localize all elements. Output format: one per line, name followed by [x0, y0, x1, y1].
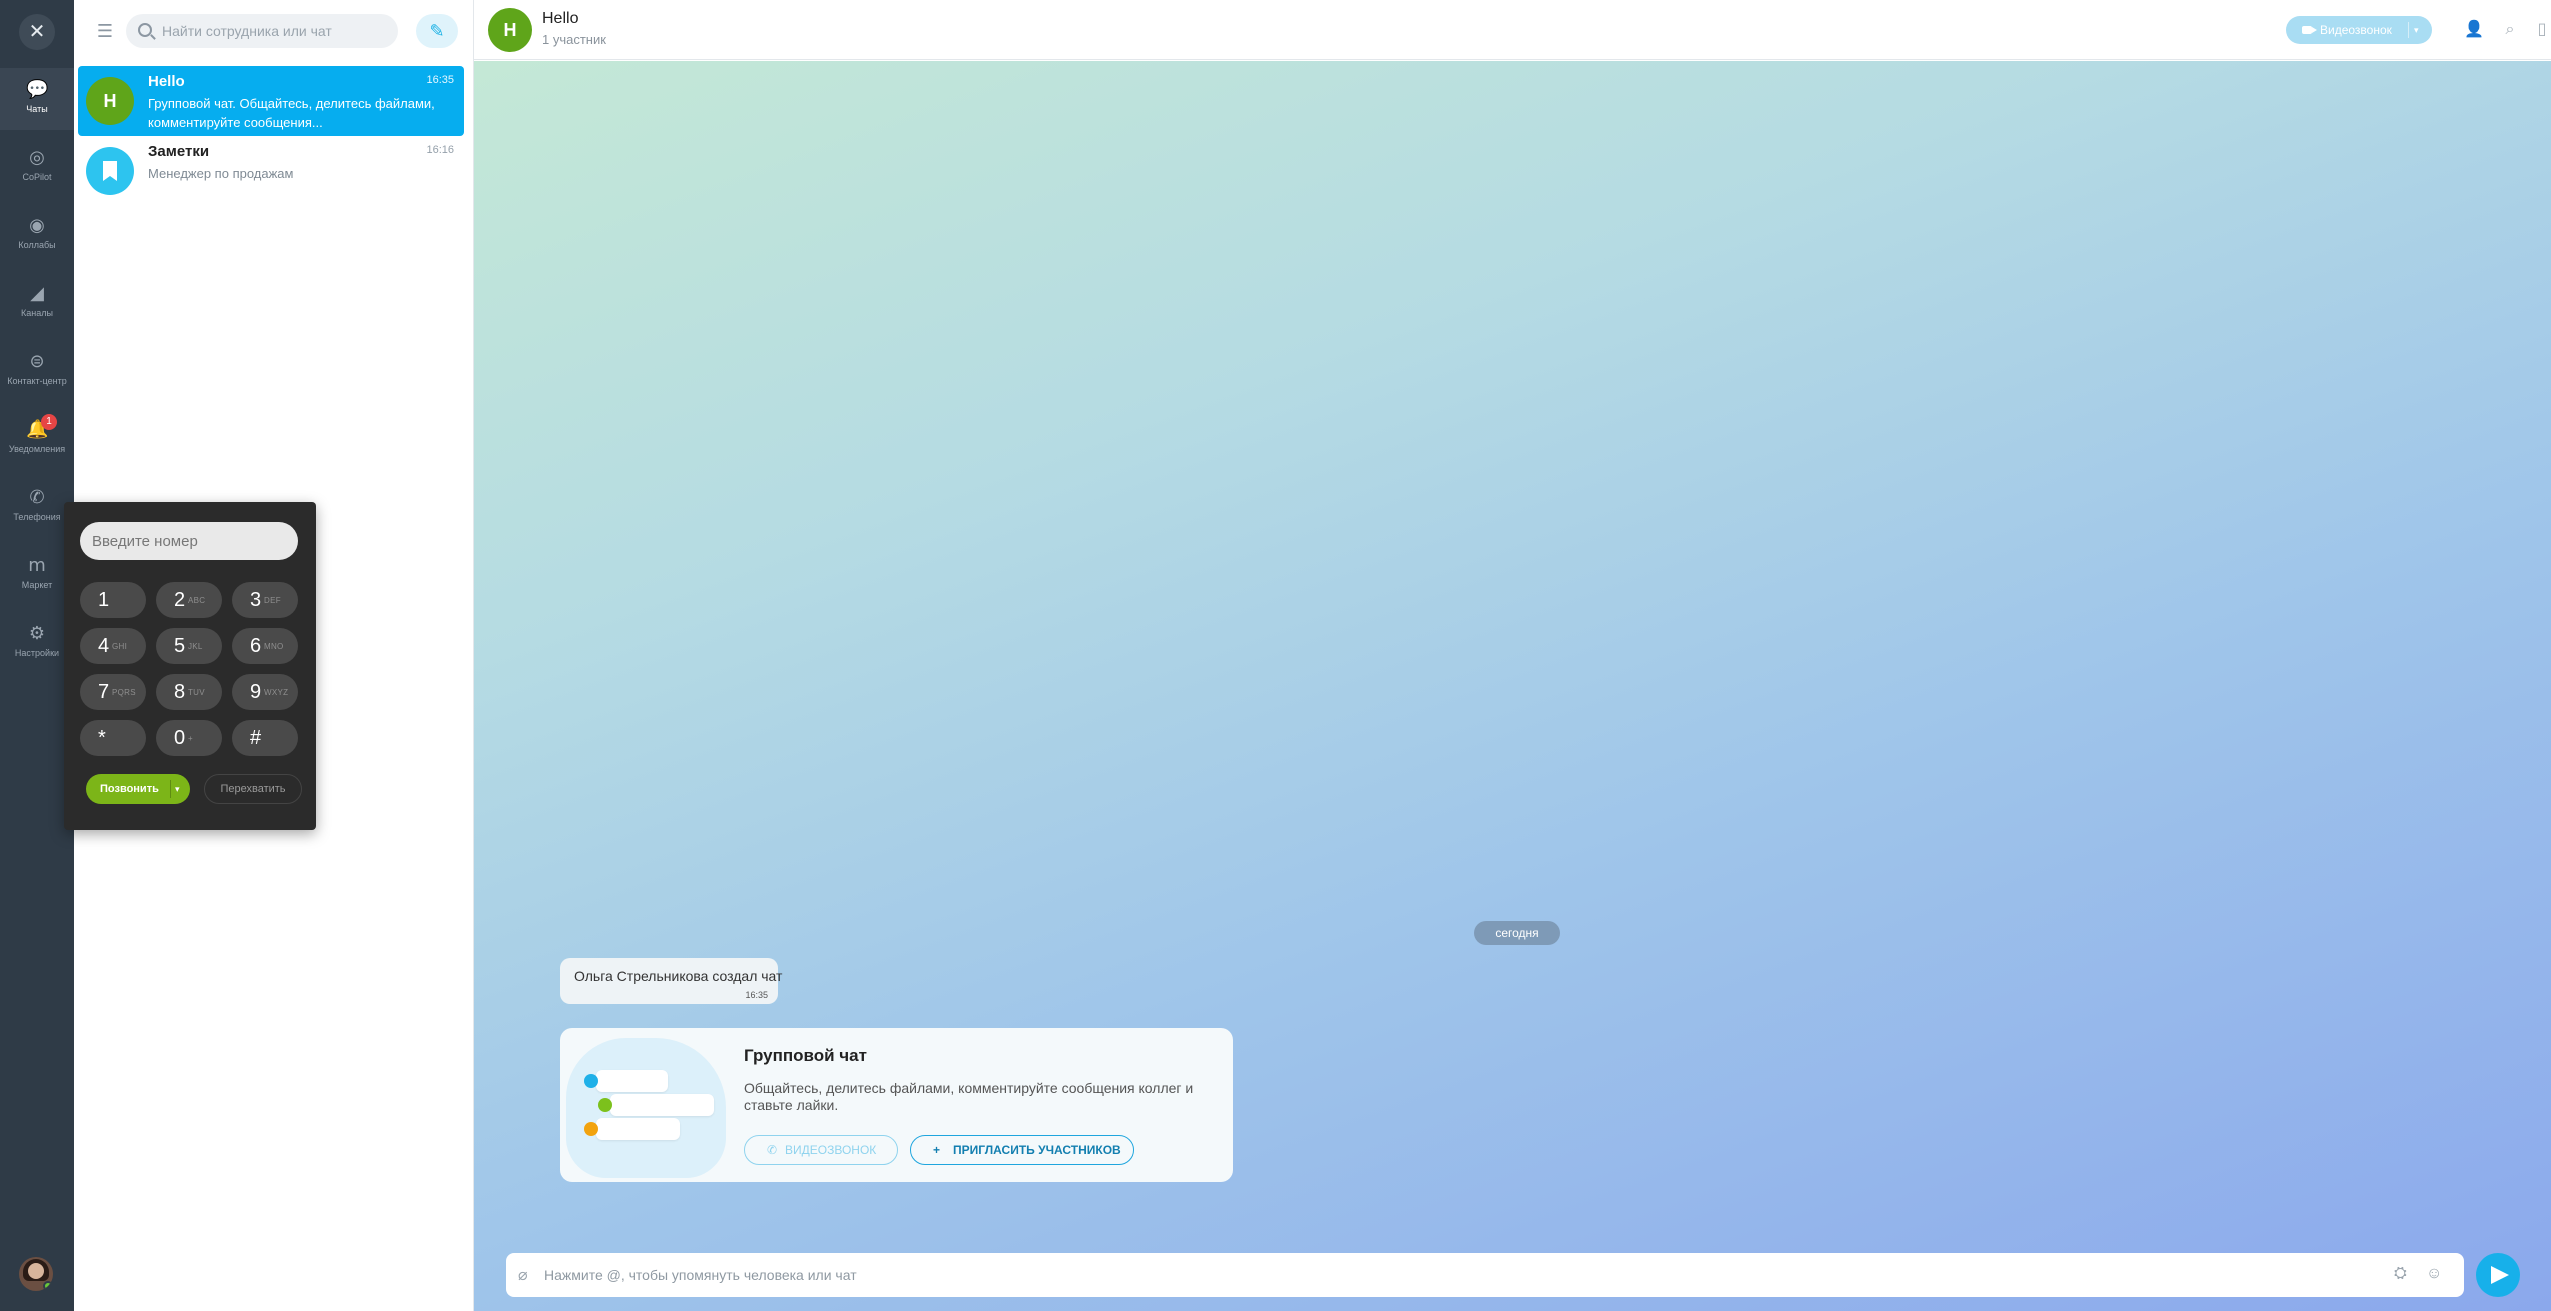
contact-center-icon: ⊜	[29, 351, 45, 371]
intro-title: Групповой чат	[744, 1046, 867, 1065]
chat-header-avatar[interactable]: H	[488, 8, 532, 52]
send-button[interactable]	[2476, 1253, 2520, 1297]
dialpad-key-8[interactable]: 8 TUV	[156, 674, 222, 710]
system-message-time: 16:35	[745, 990, 768, 1000]
add-user-icon[interactable]: 👤	[2462, 18, 2486, 42]
new-chat-button[interactable]: ✎	[416, 14, 458, 48]
chats-icon: 💬	[26, 79, 49, 99]
call-button[interactable]: Позвонить ▾	[86, 774, 190, 804]
rail-item-copilot[interactable]: ◎ CoPilot	[0, 136, 74, 198]
phone-number-input[interactable]	[80, 522, 298, 560]
sidebar-toggle-icon[interactable]: ▯	[2530, 18, 2551, 42]
notification-badge: 1	[41, 414, 57, 430]
system-message: Ольга Стрельникова создал чат 16:35	[560, 958, 782, 1004]
chat-time: 16:16	[426, 144, 454, 156]
dialpad-popup: 1 2ABC 3DEF 4GHI 5JKL 6MNO 7PQRS 8TUV 9W…	[64, 502, 316, 830]
chat-header: H Hello 1 участник Видеозвонок ▾ 👤 ⌕ ▯	[474, 0, 2551, 60]
message-composer: ⌀ ⛭ ☺	[506, 1253, 2464, 1297]
chat-messages-area: сегодня Ольга Стрельникова создал чат 16…	[474, 61, 2551, 1311]
search-input[interactable]	[162, 14, 390, 48]
intro-description: Общайтесь, делитесь файлами, комментируй…	[744, 1080, 1194, 1113]
dialpad-key-2[interactable]: 2 ABC	[156, 582, 222, 618]
dialpad-key-5[interactable]: 5 JKL	[156, 628, 222, 664]
megaphone-icon: ◢	[30, 283, 44, 303]
group-chat-illustration	[560, 1028, 728, 1182]
search-icon	[138, 23, 152, 37]
search-box	[126, 14, 398, 48]
chat-list-item[interactable]: H Hello 16:35 Групповой чат. Общайтесь, …	[78, 66, 464, 136]
dialpad-key-7[interactable]: 7 PQRS	[80, 674, 146, 710]
chat-title: Заметки	[148, 143, 210, 160]
left-rail: ✕ 💬 Чаты ◎ CoPilot ◉ Коллабы ◢ Каналы ⊜ …	[0, 0, 74, 1311]
avatar-face	[28, 1263, 44, 1279]
rail-item-chats[interactable]: 💬 Чаты	[0, 68, 74, 130]
phone-icon: ✆	[29, 487, 45, 507]
chat-title: Hello	[148, 73, 185, 90]
rail-item-channels[interactable]: ◢ Каналы	[0, 272, 74, 334]
intercept-button[interactable]: Перехватить	[204, 774, 302, 804]
date-separator: сегодня	[1474, 921, 1560, 945]
dialpad-key-1[interactable]: 1	[80, 582, 146, 618]
rail-item-notifications[interactable]: 🔔 1 Уведомления	[0, 408, 74, 470]
emoji-icon[interactable]: ☺	[2426, 1265, 2442, 1283]
invite-members-button[interactable]: + Пригласить участников	[910, 1135, 1134, 1165]
members-count[interactable]: 1 участник	[542, 32, 606, 47]
attach-icon[interactable]: ⌀	[518, 1265, 528, 1285]
filter-icon[interactable]: ☰	[90, 16, 120, 46]
dialpad-key-4[interactable]: 4 GHI	[80, 628, 146, 664]
gear-icon: ⚙	[28, 623, 46, 643]
group-chat-intro-card: Групповой чат Общайтесь, делитесь файлам…	[560, 1028, 1233, 1182]
chevron-down-icon[interactable]: ▾	[175, 774, 180, 804]
system-message-text: Ольга Стрельникова создал чат	[574, 968, 783, 984]
rail-item-settings[interactable]: ⚙ Настройки	[0, 612, 74, 674]
bot-icon[interactable]: ⛭	[2394, 1265, 2407, 1283]
dialpad-key-9[interactable]: 9 WXYZ	[232, 674, 298, 710]
market-icon: ⅿ	[28, 555, 46, 575]
rail-item-market[interactable]: ⅿ Маркет	[0, 544, 74, 606]
dialpad-key-hash[interactable]: #	[232, 720, 298, 756]
chat-preview: Групповой чат. Общайтесь, делитесь файла…	[148, 96, 435, 130]
chat-list-item[interactable]: Заметки 16:16 Менеджер по продажам	[78, 136, 464, 206]
online-status-icon	[43, 1281, 53, 1291]
chevron-down-icon[interactable]: ▾	[2414, 16, 2419, 44]
camera-icon	[2302, 26, 2317, 34]
close-icon[interactable]: ✕	[19, 14, 55, 50]
dialpad-key-3[interactable]: 3 DEF	[232, 582, 298, 618]
rail-item-contact-center[interactable]: ⊜ Контакт-центр	[0, 340, 74, 402]
video-call-button[interactable]: Видеозвонок ▾	[2286, 16, 2432, 44]
rail-item-collabs[interactable]: ◉ Коллабы	[0, 204, 74, 266]
collabs-icon: ◉	[29, 215, 45, 235]
add-user-icon: +	[933, 1143, 941, 1157]
copilot-icon: ◎	[29, 147, 45, 167]
user-avatar[interactable]	[19, 1257, 53, 1291]
dialpad-key-star[interactable]: *	[80, 720, 146, 756]
chat-preview: Менеджер по продажам	[148, 166, 294, 181]
dialpad-key-0[interactable]: 0 +	[156, 720, 222, 756]
intro-video-call-button[interactable]: ✆ Видеозвонок	[744, 1135, 898, 1165]
rail-item-telephony[interactable]: ✆ Телефония	[0, 476, 74, 538]
chat-avatar: H	[86, 77, 134, 125]
message-input[interactable]	[544, 1253, 2364, 1297]
dialpad-key-6[interactable]: 6 MNO	[232, 628, 298, 664]
chat-header-title[interactable]: Hello	[542, 10, 578, 28]
bookmark-icon	[86, 147, 134, 195]
search-icon[interactable]: ⌕	[2498, 18, 2522, 42]
chat-time: 16:35	[426, 74, 454, 86]
phone-icon: ✆	[767, 1143, 778, 1157]
